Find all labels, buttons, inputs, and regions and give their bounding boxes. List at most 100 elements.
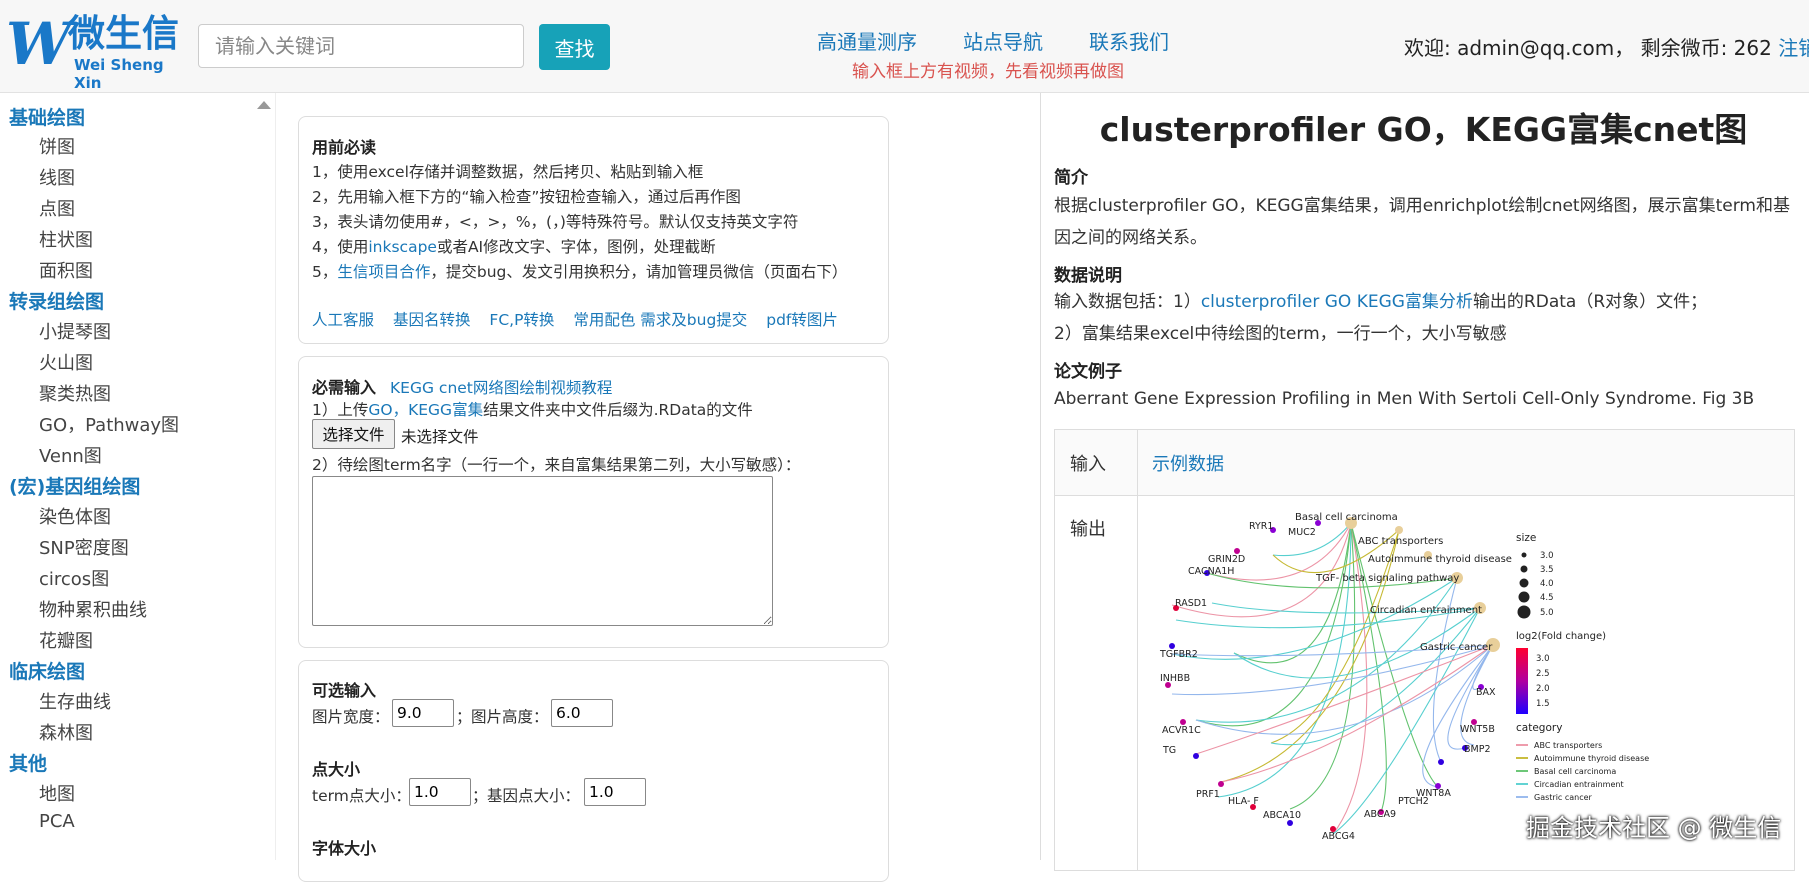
sidebar-item-snp-density[interactable]: SNP密度图 [39, 534, 129, 560]
pdf-to-image-link[interactable]: pdf转图片 [766, 311, 838, 329]
enrich-analysis-link[interactable]: clusterprofiler GO KEGG富集分析 [1201, 292, 1473, 312]
legend-category-title: category [1516, 722, 1562, 734]
intro-text-2: 因之间的网络关系。 [1054, 228, 1207, 248]
sidebar-item-species-curve[interactable]: 物种累积曲线 [39, 596, 147, 622]
notes-line-5-post: ，提交bug、发文引用换积分，请加管理员微信（页面右下） [430, 263, 848, 281]
sidebar-category-other[interactable]: 其他 [9, 749, 47, 776]
collaboration-link[interactable]: 生信项目合作 [337, 263, 430, 281]
data-text-1-pre: 输入数据包括：1） [1054, 292, 1201, 312]
go-kegg-enrich-link[interactable]: GO，KEGG富集 [368, 401, 483, 419]
gene-label-muc2: MUC2 [1288, 527, 1316, 538]
width-input[interactable] [392, 699, 454, 727]
term-point-input[interactable] [409, 778, 471, 806]
notes-line-5-pre: 5， [312, 263, 338, 281]
gene-point-input[interactable] [584, 778, 646, 806]
sidebar-category-transcriptome[interactable]: 转录组绘图 [9, 287, 104, 314]
site-logo[interactable]: W 微生信 Wei Sheng Xin [6, 12, 181, 92]
sidebar-item-heatmap[interactable]: 聚类热图 [39, 380, 111, 406]
nav-contact[interactable]: 联系我们 [1089, 26, 1169, 55]
gene-node-prf1 [1218, 781, 1224, 787]
choose-file-button[interactable]: 选择文件 [312, 419, 395, 449]
nav-sequencing[interactable]: 高通量测序 [817, 26, 917, 55]
gene-label-tgfbr2: TGFBR2 [1159, 649, 1198, 660]
notes-line-1: 1，使用excel存储并调整数据，然后拷贝、粘贴到输入框 [312, 163, 704, 181]
sidebar-item-circos[interactable]: circos图 [39, 565, 109, 591]
video-tutorial-link[interactable]: KEGG cnet网络图绘制视频教程 [390, 379, 612, 397]
upload-pre: 1）上传 [312, 401, 369, 419]
support-link[interactable]: 人工客服 [312, 311, 374, 329]
search-button[interactable]: 查找 [539, 24, 610, 70]
gene-convert-link[interactable]: 基因名转换 [393, 311, 471, 329]
sidebar-item-area[interactable]: 面积图 [39, 257, 93, 283]
sidebar-item-dot[interactable]: 点图 [39, 195, 75, 221]
term-label-circadian: Circadian entrainment [1370, 605, 1482, 616]
gene-label-abcg4: ABCG4 [1322, 831, 1355, 842]
logo-name-en: Wei Sheng Xin [74, 56, 164, 92]
size-separator: ； [456, 708, 472, 726]
height-label: 图片高度： [471, 708, 549, 726]
notes-card: 用前必读 1，使用excel存储并调整数据，然后拷贝、粘贴到输入框 2，先用输入… [298, 116, 889, 344]
legend-size-value: 3.0 [1540, 551, 1554, 561]
data-text-1-post: 输出的RData（R对象）文件； [1472, 292, 1708, 312]
sidebar-item-pca[interactable]: PCA [39, 811, 75, 832]
sidebar-category-clinical[interactable]: 临床绘图 [9, 657, 85, 684]
gene-label-cacna1h: CACNA1H [1188, 566, 1234, 577]
term-label-basal: Basal cell carcinoma [1295, 512, 1398, 523]
input-label: 输入 [1070, 454, 1106, 475]
output-label: 输出 [1070, 519, 1106, 540]
sidebar-item-venn[interactable]: Venn图 [39, 442, 102, 468]
legend-fc-value: 2.0 [1536, 684, 1550, 694]
term-names-textarea[interactable] [312, 476, 773, 626]
example-data-link[interactable]: 示例数据 [1152, 450, 1224, 476]
height-input[interactable] [551, 699, 613, 727]
data-text-2: 2）富集结果excel中待绘图的term，一行一个，大小写敏感 [1054, 324, 1507, 344]
term-label-autoimmune: Autoimmune thyroid disease [1368, 554, 1512, 565]
notes-line-4-pre: 4，使用 [312, 238, 369, 256]
legend-size-value: 5.0 [1540, 608, 1554, 618]
fc-p-convert-link[interactable]: FC,P转换 [489, 311, 554, 329]
legend-category-label: Basal cell carcinoma [1534, 767, 1616, 776]
legend-category-label: Circadian entrainment [1534, 780, 1624, 789]
sidebar-item-bar[interactable]: 柱状图 [39, 226, 93, 252]
optional-title: 可选输入 [312, 681, 377, 700]
legend-size-dot [1519, 578, 1529, 588]
upload-label: 1）上传GO，KEGG富集结果文件夹中文件后缀为.RData的文件 [312, 398, 753, 420]
term-label-tgf: TGF- beta signaling pathway [1315, 573, 1459, 584]
colors-bug-link[interactable]: 常用配色 需求及bug提交 [573, 311, 747, 329]
inkscape-link[interactable]: inkscape [368, 238, 437, 256]
gene-label-abca10: ABCA10 [1263, 810, 1301, 821]
file-status: 未选择文件 [401, 428, 479, 446]
sidebar-item-violin[interactable]: 小提琴图 [39, 318, 111, 344]
nav-site-guide[interactable]: 站点导航 [963, 26, 1043, 55]
gene-node-tg [1193, 753, 1199, 759]
paper-link[interactable]: Aberrant Gene Expression Profiling in Me… [1054, 383, 1754, 415]
notes-line-4-post: 或者AI修改文字、字体，图例，处理截断 [436, 238, 716, 256]
sidebar-item-line[interactable]: 线图 [39, 164, 75, 190]
sidebar-item-flower[interactable]: 花瓣图 [39, 627, 93, 653]
sidebar-category-basic[interactable]: 基础绘图 [9, 103, 85, 130]
sidebar-item-pie[interactable]: 饼图 [39, 133, 75, 159]
sidebar-category-genome[interactable]: (宏)基因组绘图 [9, 472, 140, 499]
sidebar: 基础绘图 饼图 线图 点图 柱状图 面积图 转录组绘图 小提琴图 火山图 聚类热… [0, 93, 276, 860]
gene-node-wnt8a [1438, 759, 1444, 765]
search-input[interactable] [198, 24, 524, 68]
legend-size-value: 3.5 [1540, 565, 1554, 575]
logout-link[interactable]: 注销 [1778, 36, 1809, 60]
sidebar-item-survival[interactable]: 生存曲线 [39, 688, 111, 714]
top-bar: W 微生信 Wei Sheng Xin 查找 高通量测序 站点导航 联系我们 输… [0, 0, 1809, 93]
cnet-plot: Basal cell carcinoma ABC transporters Au… [1159, 512, 1649, 842]
sidebar-item-forest[interactable]: 森林图 [39, 719, 93, 745]
sidebar-item-map[interactable]: 地图 [39, 780, 75, 806]
legend-fc-gradient [1516, 648, 1528, 714]
term-label-gastric: Gastric cancer [1420, 642, 1493, 653]
gene-label-prf1: PRF1 [1196, 789, 1220, 800]
scroll-up-icon[interactable] [257, 101, 271, 109]
legend-size-value: 4.0 [1540, 579, 1554, 589]
sidebar-item-chromosome[interactable]: 染色体图 [39, 503, 111, 529]
data-heading: 数据说明 [1054, 266, 1122, 286]
legend-size-dot [1520, 565, 1528, 573]
legend-fc-value: 3.0 [1536, 654, 1550, 664]
sidebar-item-go-pathway[interactable]: GO，Pathway图 [39, 411, 179, 437]
sidebar-item-volcano[interactable]: 火山图 [39, 349, 93, 375]
legend-size-dot [1518, 591, 1530, 603]
